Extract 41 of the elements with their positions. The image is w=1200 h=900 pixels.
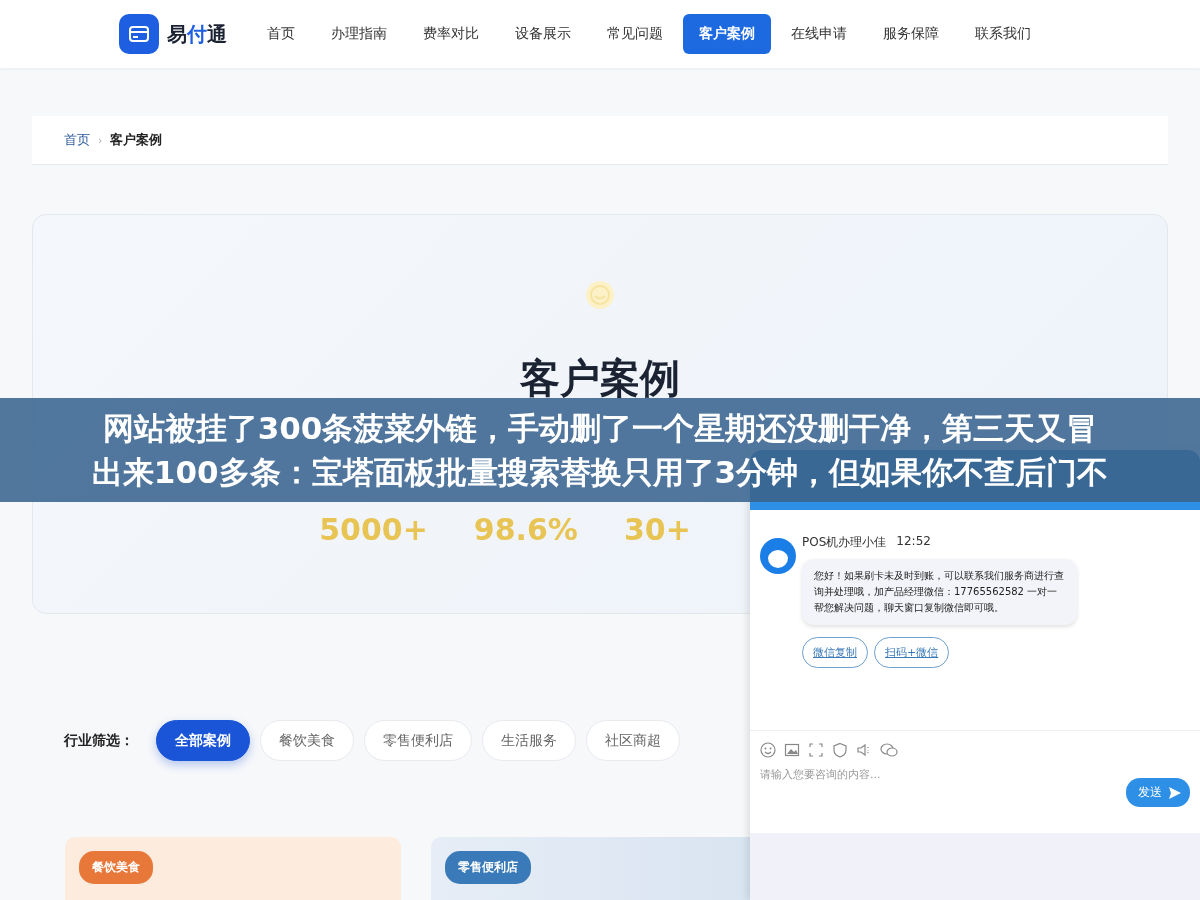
nav-link[interactable]: 办理指南 — [315, 14, 403, 54]
nav-link[interactable]: 首页 — [251, 14, 311, 54]
filter-label: 行业筛选： — [64, 731, 134, 750]
page-title: 客户案例 — [520, 354, 680, 403]
sender-name: POS机办理小佳 — [802, 534, 887, 551]
nav-link[interactable]: 联系我们 — [959, 14, 1047, 54]
message-time: 12:52 — [896, 534, 931, 550]
nav-link[interactable]: 设备展示 — [499, 14, 587, 54]
nav-link[interactable]: 客户案例 — [683, 14, 771, 54]
stat-number: 5000+ — [319, 512, 428, 547]
nav-link[interactable]: 在线申请 — [775, 14, 863, 54]
category-tag: 零售便利店 — [445, 851, 531, 884]
shield-icon[interactable] — [832, 742, 848, 758]
image-icon[interactable] — [784, 742, 800, 758]
nav-link[interactable]: 费率对比 — [407, 14, 495, 54]
agent-avatar — [760, 538, 796, 574]
filter-chip[interactable]: 全部案例 — [156, 720, 250, 761]
stat-number: 30+ — [623, 512, 691, 547]
message-bubble: 您好！如果刷卡未及时到账，可以联系我们服务商进行查询并处理哦，加产品经理微信：17765562582 一对一帮您解决问题，聊天窗口复制微信即可哦。 — [802, 559, 1077, 625]
filter-chip[interactable]: 餐饮美食 — [260, 720, 354, 761]
breadcrumb-link[interactable]: 首页 — [64, 131, 90, 149]
breadcrumb-separator: › — [98, 133, 103, 147]
category-tag: 餐饮美食 — [79, 851, 153, 884]
card-icon[interactable] — [119, 14, 159, 54]
caption-text: 出来100多条：宝塔面板批量搜索替换只用了3分钟，但如果你不查后门不 — [91, 453, 1109, 492]
breadcrumb-current: 客户案例 — [110, 131, 163, 149]
message-input[interactable]: 请输入您要咨询的内容... — [760, 766, 1126, 783]
caption-text: 网站被挂了300条菠菜外链，手动删了一个星期还没删干净，第三天又冒 — [102, 409, 1098, 448]
speaker-icon[interactable] — [856, 742, 872, 758]
emoji-icon[interactable] — [760, 742, 776, 758]
screenshot-icon[interactable] — [808, 742, 824, 758]
nav-link[interactable]: 服务保障 — [867, 14, 955, 54]
smile-icon — [584, 279, 616, 311]
site-logo[interactable]: 易付通 — [167, 20, 227, 48]
filter-chip[interactable]: 零售便利店 — [364, 720, 472, 761]
send-arrow-icon — [1168, 785, 1182, 800]
stat-number: 98.6% — [473, 512, 578, 547]
filter-chip[interactable]: 社区商超 — [586, 720, 680, 761]
nav-link[interactable]: 常见问题 — [591, 14, 679, 54]
chat-bubbles-icon[interactable] — [880, 742, 898, 758]
filter-chip[interactable]: 生活服务 — [482, 720, 576, 761]
